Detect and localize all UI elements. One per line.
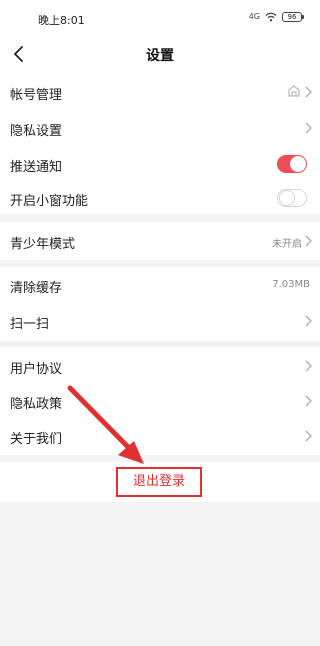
row-label: 扫一扫 <box>10 317 50 332</box>
row-privacy-policy[interactable]: 隐私政策 <box>0 383 320 419</box>
status-bar: 晚上8:01 4G 96 <box>0 0 320 34</box>
wifi-icon <box>265 12 277 22</box>
toggle-knob <box>279 190 295 206</box>
logout-area: 退出登录 <box>0 462 320 502</box>
chevron-right-icon <box>305 395 312 407</box>
row-about-us[interactable]: 关于我们 <box>0 418 320 454</box>
row-scan[interactable]: 扫一扫 <box>0 303 320 339</box>
status-time: 晚上8:01 <box>38 14 85 27</box>
chevron-right-icon <box>305 86 312 98</box>
chevron-right-icon <box>305 235 312 247</box>
row-label: 帐号管理 <box>10 88 63 103</box>
row-label: 青少年模式 <box>10 237 76 252</box>
status-icons: 4G 96 <box>248 12 304 22</box>
row-privacy-settings[interactable]: 隐私设置 <box>0 110 320 146</box>
shield-icon <box>288 85 300 97</box>
row-label: 关于我们 <box>10 432 63 447</box>
chevron-right-icon <box>305 122 312 134</box>
settings-group-tools: 清除缓存 7.03MB 扫一扫 <box>0 267 320 341</box>
signal-icon: 4G <box>248 12 260 21</box>
row-label: 隐私设置 <box>10 124 63 139</box>
battery-icon: 96 <box>282 12 304 22</box>
chevron-right-icon <box>305 315 312 327</box>
row-user-agreement[interactable]: 用户协议 <box>0 348 320 384</box>
row-small-window: 开启小窗功能 <box>0 180 320 216</box>
small-window-toggle[interactable] <box>277 189 307 207</box>
cache-size: 7.03MB <box>272 279 310 290</box>
chevron-right-icon <box>305 430 312 442</box>
row-account-management[interactable]: 帐号管理 <box>0 74 320 110</box>
row-label: 清除缓存 <box>10 281 63 296</box>
settings-group-about: 用户协议 隐私政策 关于我们 <box>0 347 320 455</box>
page-title: 设置 <box>146 48 174 64</box>
row-label: 推送通知 <box>10 160 63 175</box>
row-push-notifications: 推送通知 <box>0 146 320 182</box>
push-notification-toggle[interactable] <box>277 155 307 173</box>
toggle-knob <box>290 156 306 172</box>
row-label: 隐私政策 <box>10 397 63 412</box>
settings-group-youth: 青少年模式 未开启 <box>0 222 320 260</box>
row-label: 用户协议 <box>10 362 63 377</box>
row-clear-cache[interactable]: 清除缓存 7.03MB <box>0 267 320 303</box>
chevron-right-icon <box>305 360 312 372</box>
settings-group-account: 帐号管理 隐私设置 推送通知 开启小窗功能 <box>0 74 320 214</box>
logout-button[interactable]: 退出登录 <box>116 467 202 497</box>
row-youth-mode[interactable]: 青少年模式 未开启 <box>0 223 320 259</box>
nav-bar: 设置 <box>0 34 320 74</box>
row-label: 开启小窗功能 <box>10 194 89 209</box>
youth-mode-status: 未开启 <box>272 239 302 250</box>
